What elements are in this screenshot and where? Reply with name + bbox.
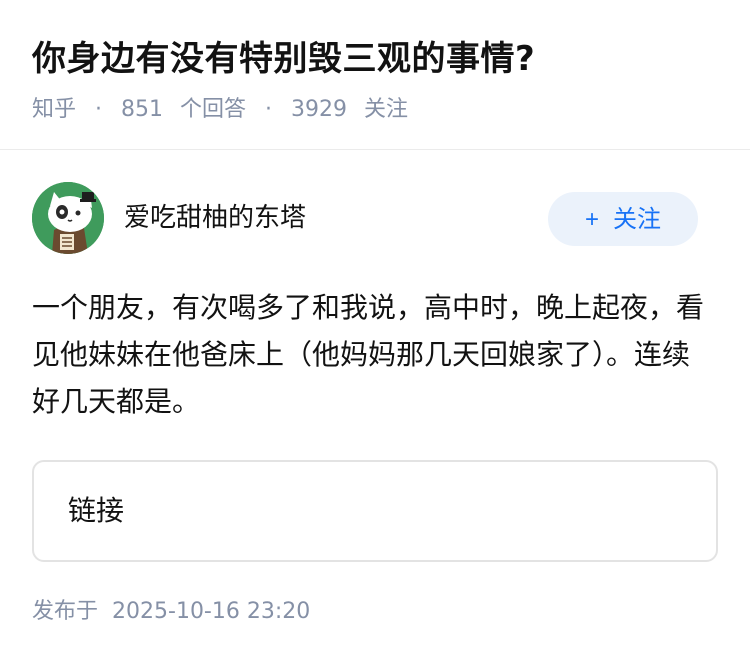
author-name[interactable]: 爱吃甜柚的东塔 xyxy=(124,198,306,238)
followers-count: 3929 xyxy=(291,97,348,122)
answer-content[interactable]: 一个朋友，有次喝多了和我说，高中时，晚上起夜，看见他妹妹在他爸床上（他妈妈那几天… xyxy=(32,284,712,425)
question-header: 你身边有没有特别毁三观的事情? 知乎 · 851 个回答 · 3929 关注 xyxy=(0,0,750,150)
question-meta: 知乎 · 851 个回答 · 3929 关注 xyxy=(32,92,408,128)
published-time: 2025-10-16 23:20 xyxy=(112,599,311,624)
follow-label: 关注 xyxy=(613,206,661,233)
followers-label: 关注 xyxy=(364,97,409,122)
author-row: 爱吃甜柚的东塔 + 关注 xyxy=(32,182,718,258)
avatar[interactable] xyxy=(32,182,104,254)
cartoon-cat-avatar-icon xyxy=(32,182,104,254)
published-label: 发布于 xyxy=(32,599,99,624)
publish-info: 发布于 2025-10-16 23:20 xyxy=(32,594,310,630)
answers-count: 851 xyxy=(121,97,164,122)
meta-separator: · xyxy=(265,97,273,122)
plus-icon: + xyxy=(584,206,599,233)
link-card[interactable]: 链接 xyxy=(32,460,718,562)
source-label[interactable]: 知乎 xyxy=(32,92,76,128)
question-title[interactable]: 你身边有没有特别毁三观的事情? xyxy=(32,34,535,84)
link-label: 链接 xyxy=(68,494,125,527)
answers-label: 个回答 xyxy=(180,97,247,122)
follow-button[interactable]: + 关注 xyxy=(548,192,698,246)
meta-separator: · xyxy=(95,97,103,122)
